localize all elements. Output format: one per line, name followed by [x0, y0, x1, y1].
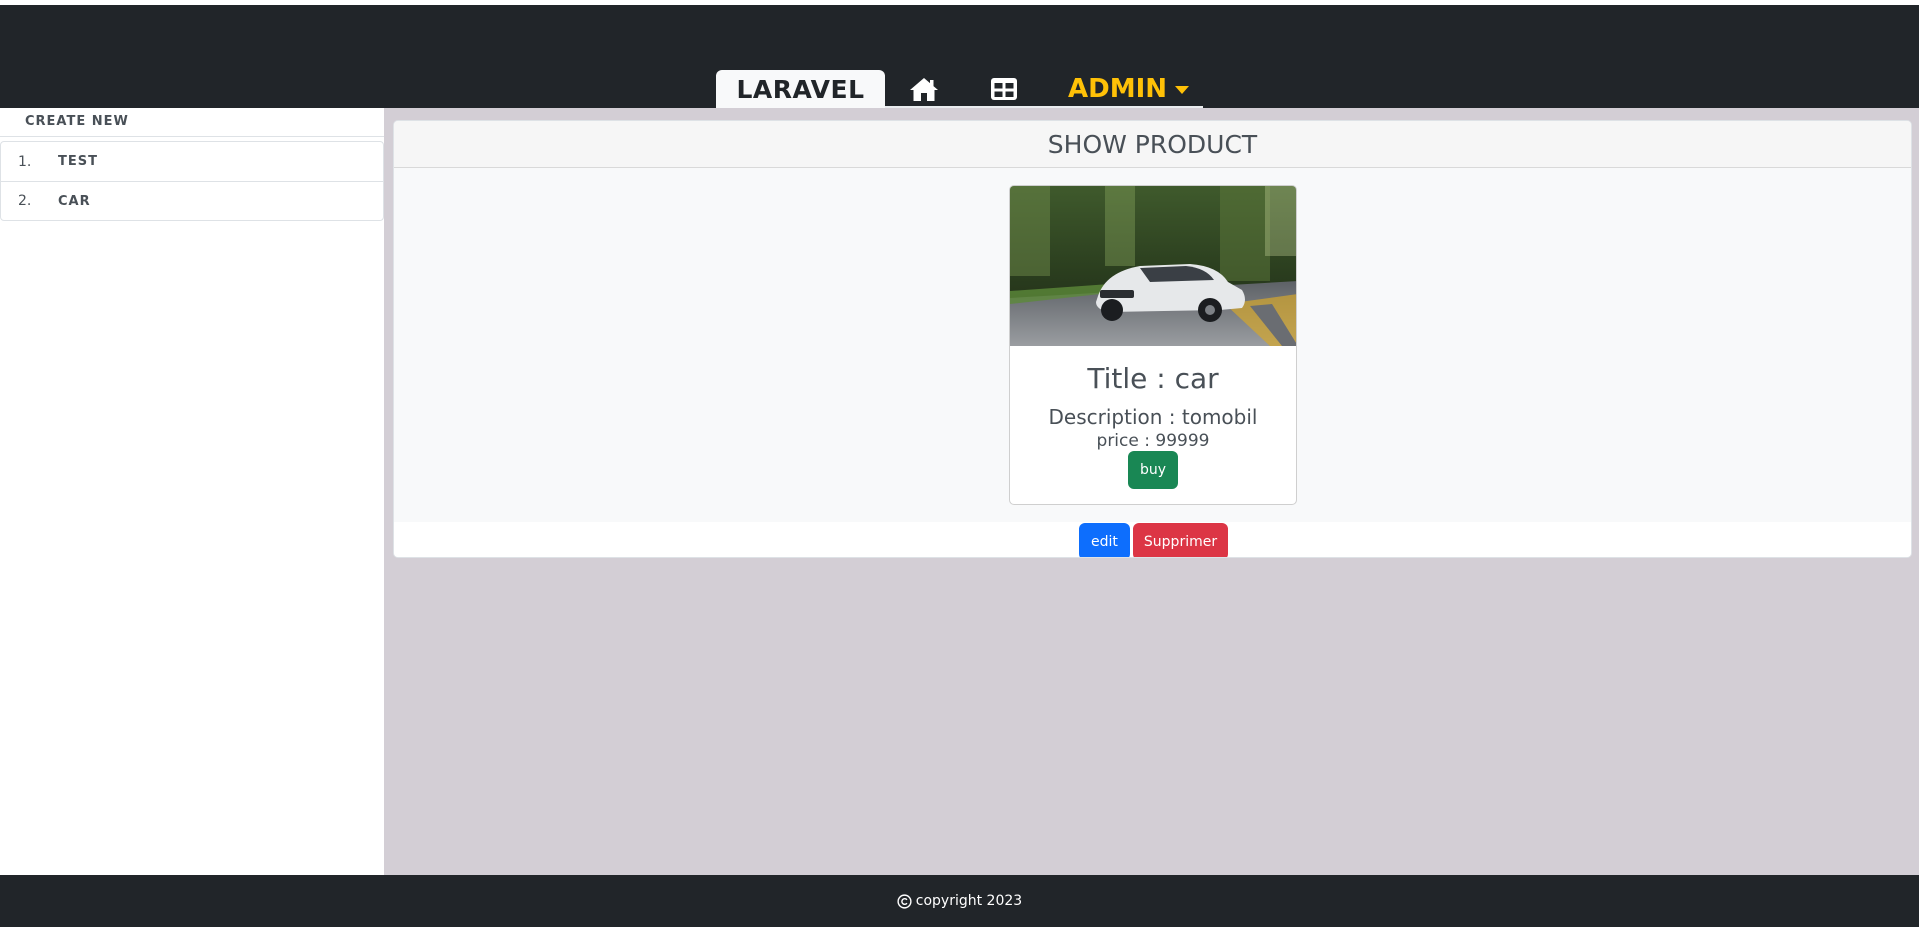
caret-down-icon	[1175, 86, 1190, 94]
buy-button[interactable]: buy	[1128, 451, 1178, 489]
home-icon[interactable]	[908, 74, 940, 104]
edit-button[interactable]: edit	[1079, 523, 1130, 557]
list-item-label: CAR	[58, 193, 91, 209]
show-product-card: SHOW PRODUCT Title: car Description: t…	[393, 120, 1912, 558]
admin-dropdown[interactable]: ADMIN	[1068, 72, 1190, 106]
product-price: price : 99999	[1096, 431, 1210, 451]
list-item[interactable]: 2. CAR	[1, 181, 383, 220]
product-title: Title : car	[1087, 362, 1219, 395]
card-header: SHOW PRODUCT	[394, 121, 1911, 168]
table-icon[interactable]	[988, 74, 1020, 104]
copyright-icon	[897, 893, 912, 909]
copyright-text: copyright 2023	[915, 893, 1023, 909]
card-body: Title : car Description : tomobil price …	[394, 168, 1911, 522]
create-new-link[interactable]: CREATE NEW	[0, 108, 384, 137]
list-item-label: TEST	[58, 154, 98, 169]
admin-label: ADMIN	[1068, 74, 1168, 104]
list-item[interactable]: 1. TEST	[1, 142, 383, 181]
brand-tab[interactable]: LARAVEL	[716, 70, 885, 108]
sidebar: CREATE NEW 1. TEST 2. CAR	[0, 108, 384, 875]
brand-label: LARAVEL	[736, 74, 865, 104]
product-list: 1. TEST 2. CAR	[0, 141, 384, 221]
delete-button[interactable]: Supprimer	[1133, 523, 1228, 557]
car-photo	[1010, 186, 1296, 346]
footer: copyright 2023	[0, 875, 1919, 927]
list-item-number: 2.	[18, 193, 32, 209]
product-card: Title : car Description : tomobil price …	[1009, 185, 1297, 505]
list-item-number: 1.	[18, 153, 32, 170]
card-footer: edit Supprimer	[394, 523, 1911, 557]
page-title: SHOW PRODUCT	[1047, 129, 1258, 159]
navbar	[0, 5, 1919, 108]
product-description: Description : tomobil	[1048, 405, 1258, 429]
